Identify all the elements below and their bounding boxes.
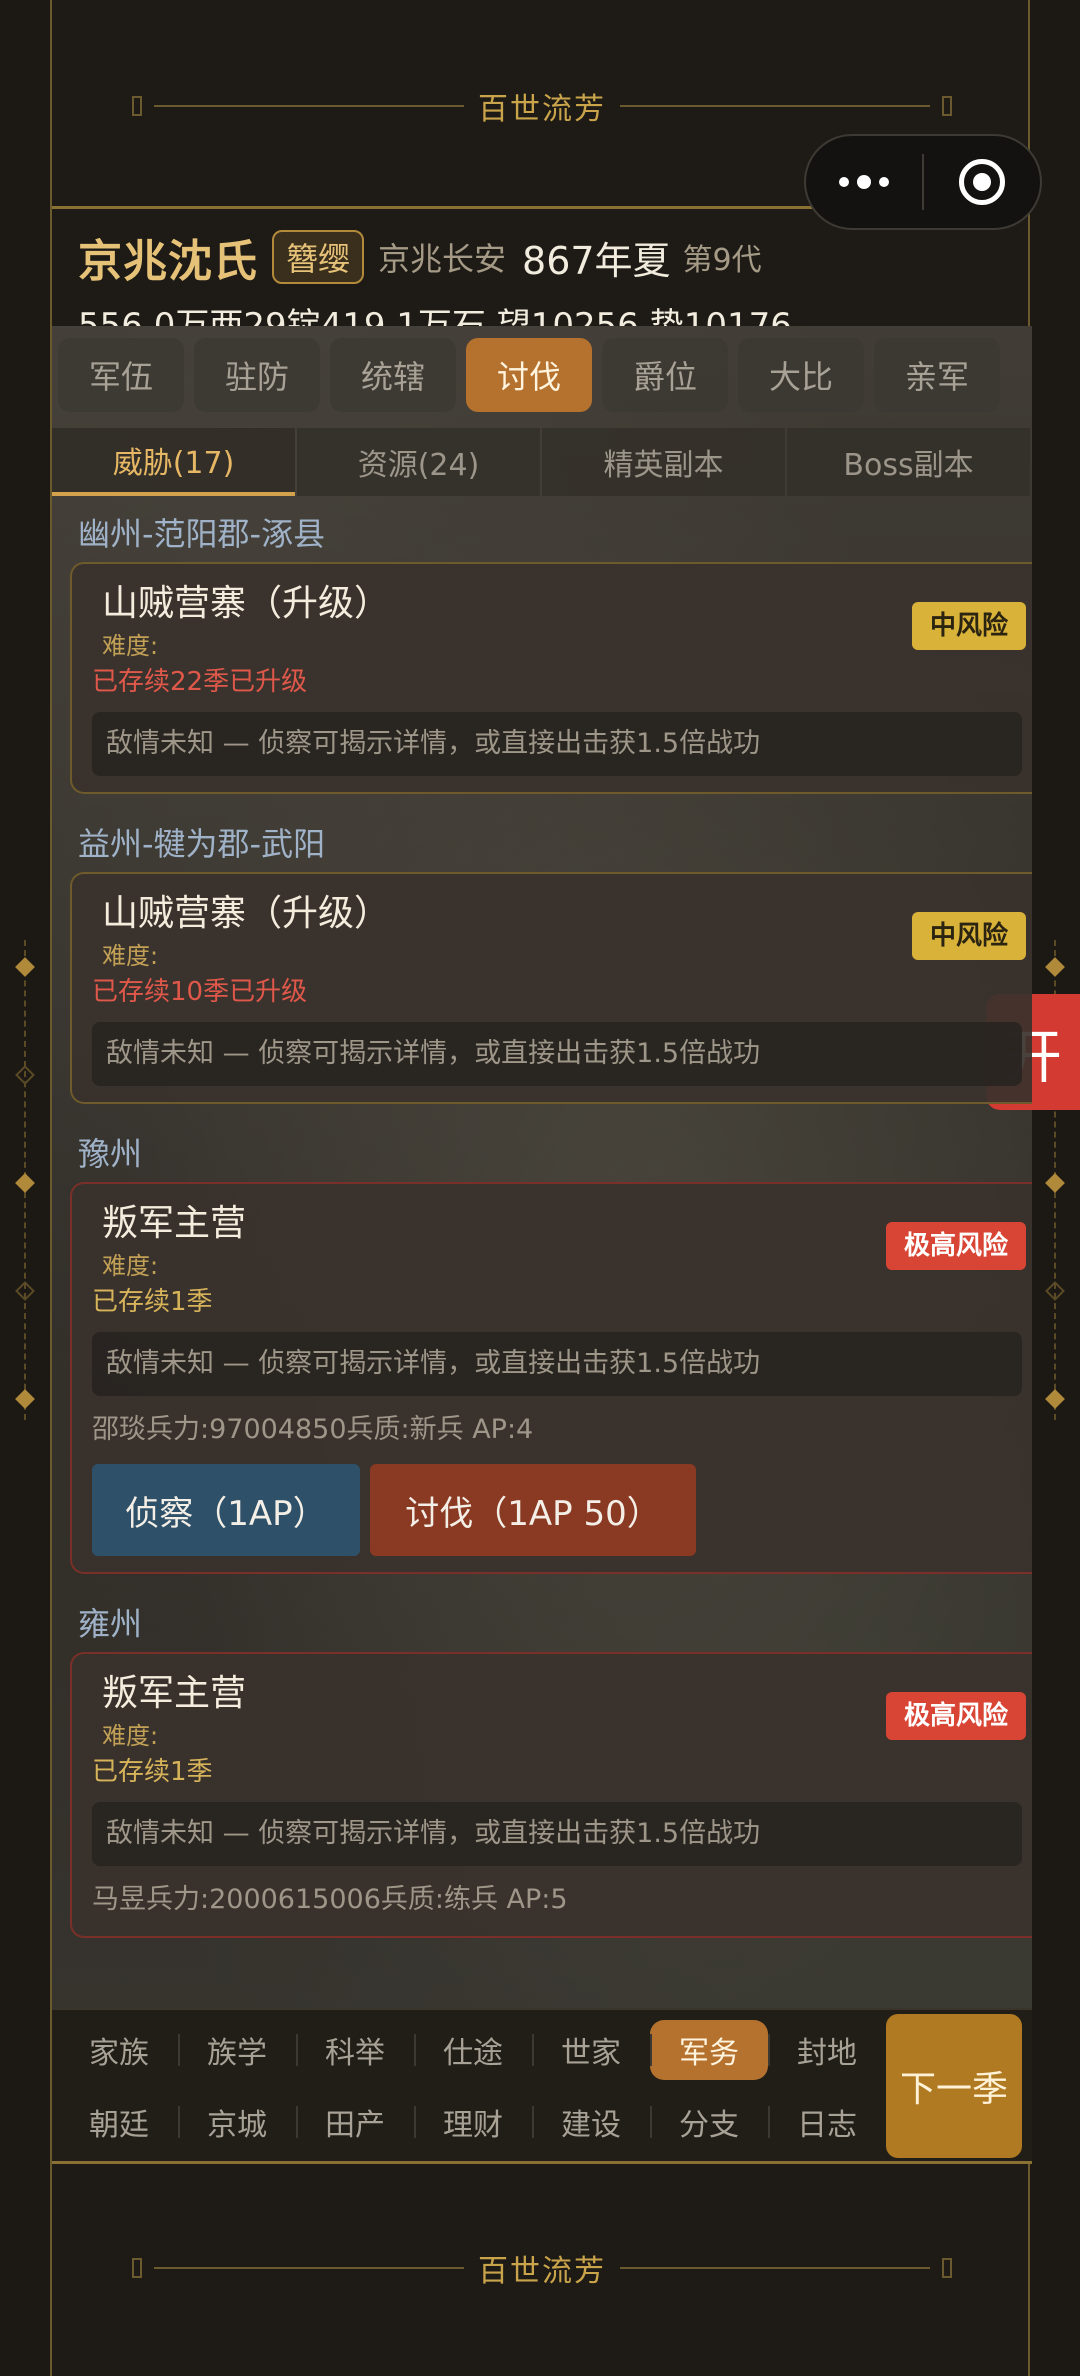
nav-exam[interactable]: 科举 — [296, 2020, 414, 2080]
more-icon — [839, 175, 889, 189]
tab-army[interactable]: 军伍 — [58, 338, 184, 412]
subtab-boss-dungeon[interactable]: Boss副本 — [787, 428, 1030, 496]
tab-campaign[interactable]: 讨伐 — [466, 338, 592, 412]
threat-duration: 已存续22季已升级 — [92, 667, 308, 697]
banner-line-right — [620, 2267, 930, 2269]
top-banner: 百世流芳 — [52, 76, 1032, 136]
tab-nobility[interactable]: 爵位 — [602, 338, 728, 412]
threat-note: 敌情未知 — 侦察可揭示详情，或直接出击获1.5倍战功 — [92, 1802, 1022, 1866]
nav-branches[interactable]: 分支 — [650, 2092, 768, 2152]
nav-career[interactable]: 仕途 — [414, 2020, 532, 2080]
nav-log[interactable]: 日志 — [768, 2092, 886, 2152]
left-side-ornament — [15, 940, 35, 1420]
threat-note: 敌情未知 — 侦察可揭示详情，或直接出击获1.5倍战功 — [92, 1332, 1022, 1396]
banner-cap-right — [942, 96, 952, 116]
clan-location: 京兆长安 — [378, 240, 507, 278]
tab-tournament[interactable]: 大比 — [738, 338, 864, 412]
bottom-nav: 家族 族学 科举 仕途 世家 军务 封地 朝廷 京城 田产 理财 建设 分支 日… — [52, 2008, 1032, 2164]
risk-badge: 中风险 — [911, 912, 1026, 960]
nav-capital[interactable]: 京城 — [178, 2092, 296, 2152]
nav-noble-houses[interactable]: 世家 — [532, 2020, 650, 2080]
banner-title: 百世流芳 — [478, 92, 606, 127]
threat-title: 山贼营寨（升级） — [102, 583, 391, 624]
threat-duration: 已存续10季已升级 — [92, 977, 308, 1007]
attack-button[interactable]: 讨伐（1AP 50） — [370, 1464, 696, 1556]
generation: 第9代 — [682, 243, 762, 278]
tab-command[interactable]: 统辖 — [330, 338, 456, 412]
nav-construction[interactable]: 建设 — [532, 2092, 650, 2152]
sub-tabs: 威胁(17) 资源(24) 精英副本 Boss副本 — [52, 428, 1032, 496]
threat-title: 山贼营寨（升级） — [102, 893, 391, 934]
banner-cap-left — [132, 96, 142, 116]
enemy-info: 马昱兵力:200061500​6兵质:练兵 AP:5 — [92, 1884, 568, 1915]
threat-card[interactable]: 山贼营寨（升级） 难度: 已存续10季已升级 敌情未知 — 侦察可揭示详情，或直… — [70, 872, 1032, 1104]
nav-clan-school[interactable]: 族学 — [178, 2020, 296, 2080]
threat-difficulty: 难度: — [102, 942, 159, 970]
banner-title: 百世流芳 — [478, 2254, 606, 2289]
threat-difficulty: 难度: — [102, 632, 159, 660]
banner-line-right — [620, 105, 930, 107]
threat-duration: 已存续1季 — [92, 1757, 213, 1787]
nav-fields[interactable]: 田产 — [296, 2092, 414, 2152]
nav-court[interactable]: 朝廷 — [60, 2092, 178, 2152]
bottom-banner: 百世流芳 — [52, 2238, 1032, 2298]
scout-button[interactable]: 侦察（1AP） — [92, 1464, 360, 1556]
banner-line-left — [154, 2267, 464, 2269]
main-content: 军伍 驻防 统辖 讨伐 爵位 大比 亲军 威胁(17) 资源(24) 精英副本 … — [52, 326, 1032, 2008]
nav-finance[interactable]: 理财 — [414, 2092, 532, 2152]
risk-badge: 极高风险 — [885, 1692, 1026, 1740]
threat-card[interactable]: 山贼营寨（升级） 难度: 已存续22季已升级 敌情未知 — 侦察可揭示详情，或直… — [70, 562, 1032, 794]
subtab-resources[interactable]: 资源(24) — [297, 428, 540, 496]
nav-family[interactable]: 家族 — [60, 2020, 178, 2080]
threat-note: 敌情未知 — 侦察可揭示详情，或直接出击获1.5倍战功 — [92, 712, 1022, 776]
rank-badge: 簪缨 — [272, 230, 365, 284]
more-menu-button[interactable] — [806, 136, 922, 228]
nav-fief[interactable]: 封地 — [768, 2020, 886, 2080]
banner-line-left — [154, 105, 464, 107]
region-label: 益州-犍为郡-武阳 — [78, 825, 326, 863]
category-tabs: 军伍 驻防 统辖 讨伐 爵位 大比 亲军 — [52, 338, 1032, 412]
tab-guard[interactable]: 亲军 — [874, 338, 1000, 412]
tab-garrison[interactable]: 驻防 — [194, 338, 320, 412]
app-frame: 百世流芳 京兆沈氏 簪缨 京兆长安 867年夏 第9代 556.0万两29锭41… — [50, 0, 1032, 2376]
banner-cap-left — [132, 2258, 142, 2278]
banner-cap-right — [942, 2258, 952, 2278]
threat-card[interactable]: 叛军主营 难度: 已存续1季 敌情未知 — 侦察可揭示详情，或直接出击获1.5倍… — [70, 1652, 1032, 1938]
threat-duration: 已存续1季 — [92, 1287, 213, 1317]
year-season: 867年夏 — [522, 238, 671, 283]
enemy-info: 邵琰兵力:97004850兵质:新兵 AP:4 — [92, 1414, 534, 1445]
close-mini-program-button[interactable] — [924, 136, 1040, 228]
subtab-elite-dungeon[interactable]: 精英副本 — [542, 428, 785, 496]
risk-badge: 中风险 — [911, 602, 1026, 650]
nav-military[interactable]: 军务 — [650, 2020, 768, 2080]
threat-card[interactable]: 叛军主营 难度: 已存续1季 敌情未知 — 侦察可揭示详情，或直接出击获1.5倍… — [70, 1182, 1032, 1574]
threat-list[interactable]: 幽州-范阳郡-涿县 山贼营寨（升级） 难度: 已存续22季已升级 敌情未知 — … — [52, 506, 1032, 1996]
region-label: 豫州 — [78, 1135, 143, 1173]
clan-name: 京兆沈氏 — [78, 236, 258, 287]
threat-note: 敌情未知 — 侦察可揭示详情，或直接出击获1.5倍战功 — [92, 1022, 1022, 1086]
region-label: 幽州-范阳郡-涿县 — [78, 515, 326, 553]
subtab-threats[interactable]: 威胁(17) — [52, 428, 295, 496]
next-season-button[interactable]: 下一季 — [886, 2014, 1022, 2158]
mini-program-capsule — [804, 134, 1042, 230]
region-label: 雍州 — [78, 1605, 143, 1643]
target-icon — [959, 159, 1005, 205]
risk-badge: 极高风险 — [885, 1222, 1026, 1270]
